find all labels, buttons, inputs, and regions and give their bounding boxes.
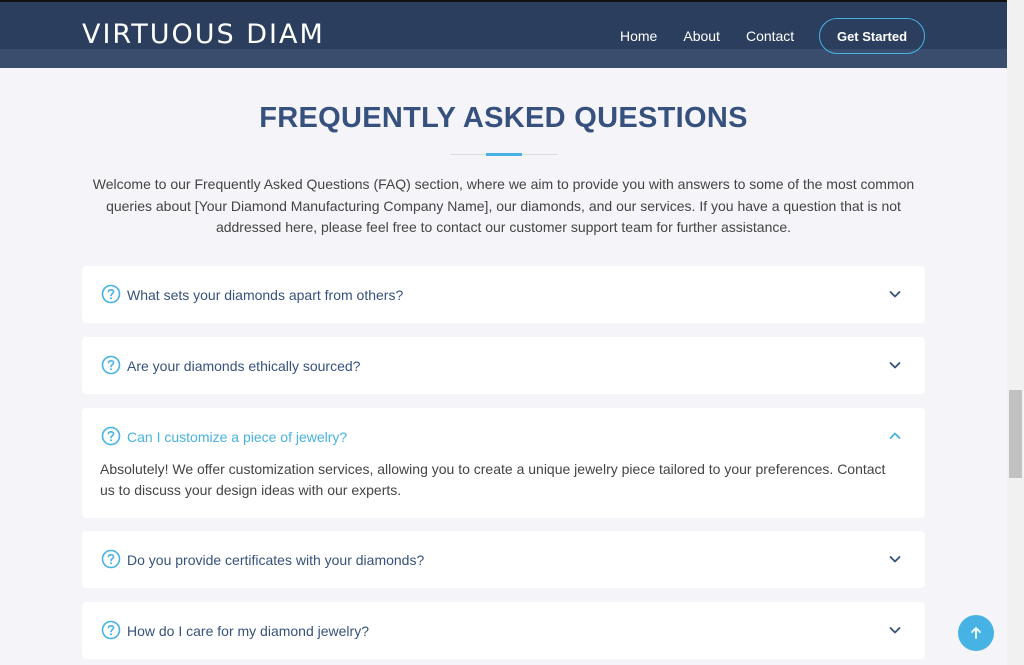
main-nav: Home About Contact: [620, 28, 820, 44]
vertical-scrollbar[interactable]: [1007, 0, 1024, 665]
faq-question[interactable]: Are your diamonds ethically sourced?: [127, 358, 360, 374]
help-circle-icon: [101, 620, 121, 640]
chevron-down-icon[interactable]: [888, 625, 902, 635]
scrollbar-thumb[interactable]: [1009, 390, 1022, 478]
faq-answer: Absolutely! We offer customization servi…: [100, 461, 886, 498]
title-accent-bar: [486, 153, 522, 156]
faq-item[interactable]: Are your diamonds ethically sourced?: [82, 337, 925, 394]
faq-question[interactable]: Do you provide certificates with your di…: [127, 552, 424, 568]
faq-item-expanded[interactable]: Can I customize a piece of jewelry? Abso…: [82, 408, 925, 518]
back-to-top-button[interactable]: [958, 615, 994, 651]
arrow-up-icon: [971, 627, 981, 639]
chevron-down-icon[interactable]: [888, 289, 902, 299]
help-circle-icon: [101, 549, 121, 569]
page: VIRTUOUS DIAM Home About Contact Get Sta…: [0, 0, 1024, 665]
chevron-down-icon[interactable]: [888, 360, 902, 370]
faq-intro: Welcome to our Frequently Asked Question…: [92, 176, 915, 235]
chevron-down-icon[interactable]: [888, 554, 902, 564]
faq-item[interactable]: Do you provide certificates with your di…: [82, 531, 925, 588]
faq-question[interactable]: What sets your diamonds apart from other…: [127, 287, 403, 303]
faq-question[interactable]: Can I customize a piece of jewelry?: [127, 429, 347, 445]
nav-about[interactable]: About: [683, 28, 720, 44]
help-circle-icon: [101, 284, 121, 304]
faq-item[interactable]: How do I care for my diamond jewelry?: [82, 602, 925, 659]
get-started-button[interactable]: Get Started: [819, 18, 925, 54]
help-circle-icon: [101, 355, 121, 375]
nav-home[interactable]: Home: [620, 28, 657, 44]
faq-question[interactable]: How do I care for my diamond jewelry?: [127, 623, 369, 639]
nav-contact[interactable]: Contact: [746, 28, 794, 44]
faq-item[interactable]: What sets your diamonds apart from other…: [82, 266, 925, 323]
site-logo[interactable]: VIRTUOUS DIAM: [82, 19, 325, 50]
chevron-up-icon[interactable]: [888, 431, 902, 441]
faq-title: FREQUENTLY ASKED QUESTIONS: [259, 102, 748, 134]
help-circle-icon: [101, 426, 121, 446]
site-header: VIRTUOUS DIAM Home About Contact Get Sta…: [0, 2, 1007, 68]
